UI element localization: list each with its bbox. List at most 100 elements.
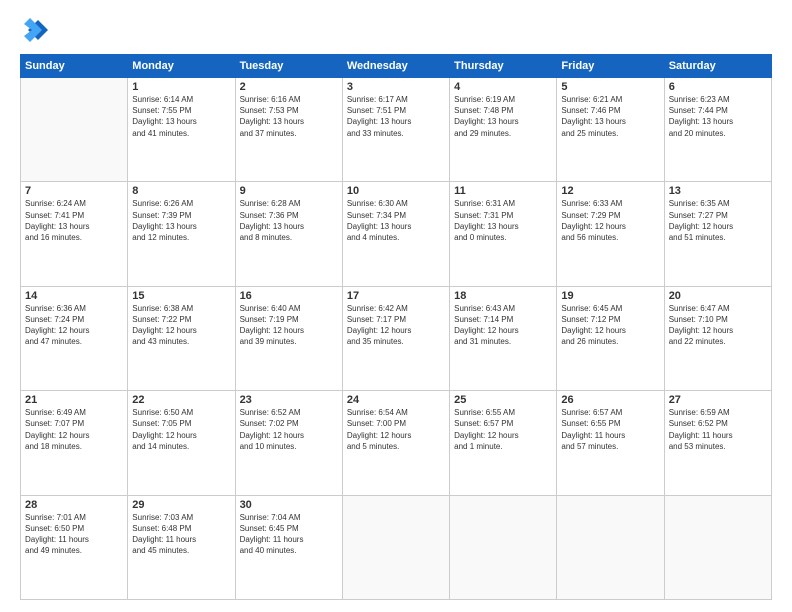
day-number: 20 [669,290,767,302]
calendar-cell: 26Sunrise: 6:57 AM Sunset: 6:55 PM Dayli… [557,391,664,495]
day-info: Sunrise: 6:38 AM Sunset: 7:22 PM Dayligh… [132,303,230,348]
calendar-cell: 6Sunrise: 6:23 AM Sunset: 7:44 PM Daylig… [664,78,771,182]
calendar-cell [450,495,557,599]
calendar-cell: 20Sunrise: 6:47 AM Sunset: 7:10 PM Dayli… [664,286,771,390]
calendar-cell: 11Sunrise: 6:31 AM Sunset: 7:31 PM Dayli… [450,182,557,286]
calendar-cell: 14Sunrise: 6:36 AM Sunset: 7:24 PM Dayli… [21,286,128,390]
day-number: 26 [561,394,659,406]
week-row-2: 7Sunrise: 6:24 AM Sunset: 7:41 PM Daylig… [21,182,772,286]
logo [20,16,52,44]
day-info: Sunrise: 6:47 AM Sunset: 7:10 PM Dayligh… [669,303,767,348]
calendar-cell [342,495,449,599]
day-number: 4 [454,81,552,93]
calendar-cell: 16Sunrise: 6:40 AM Sunset: 7:19 PM Dayli… [235,286,342,390]
day-number: 23 [240,394,338,406]
day-number: 10 [347,185,445,197]
day-info: Sunrise: 6:50 AM Sunset: 7:05 PM Dayligh… [132,407,230,452]
day-number: 24 [347,394,445,406]
day-info: Sunrise: 7:04 AM Sunset: 6:45 PM Dayligh… [240,512,338,557]
day-info: Sunrise: 6:35 AM Sunset: 7:27 PM Dayligh… [669,198,767,243]
day-info: Sunrise: 6:28 AM Sunset: 7:36 PM Dayligh… [240,198,338,243]
calendar-table: SundayMondayTuesdayWednesdayThursdayFrid… [20,54,772,600]
day-info: Sunrise: 6:33 AM Sunset: 7:29 PM Dayligh… [561,198,659,243]
calendar-cell: 17Sunrise: 6:42 AM Sunset: 7:17 PM Dayli… [342,286,449,390]
calendar-cell: 23Sunrise: 6:52 AM Sunset: 7:02 PM Dayli… [235,391,342,495]
day-number: 8 [132,185,230,197]
day-number: 9 [240,185,338,197]
weekday-header-thursday: Thursday [450,55,557,78]
calendar-cell: 8Sunrise: 6:26 AM Sunset: 7:39 PM Daylig… [128,182,235,286]
day-info: Sunrise: 6:55 AM Sunset: 6:57 PM Dayligh… [454,407,552,452]
calendar-cell: 5Sunrise: 6:21 AM Sunset: 7:46 PM Daylig… [557,78,664,182]
calendar-cell: 4Sunrise: 6:19 AM Sunset: 7:48 PM Daylig… [450,78,557,182]
day-info: Sunrise: 6:24 AM Sunset: 7:41 PM Dayligh… [25,198,123,243]
calendar-cell: 3Sunrise: 6:17 AM Sunset: 7:51 PM Daylig… [342,78,449,182]
day-number: 27 [669,394,767,406]
day-info: Sunrise: 6:45 AM Sunset: 7:12 PM Dayligh… [561,303,659,348]
day-number: 22 [132,394,230,406]
calendar-cell: 10Sunrise: 6:30 AM Sunset: 7:34 PM Dayli… [342,182,449,286]
day-number: 11 [454,185,552,197]
calendar-cell: 13Sunrise: 6:35 AM Sunset: 7:27 PM Dayli… [664,182,771,286]
calendar-cell: 28Sunrise: 7:01 AM Sunset: 6:50 PM Dayli… [21,495,128,599]
calendar-cell: 22Sunrise: 6:50 AM Sunset: 7:05 PM Dayli… [128,391,235,495]
calendar-cell: 21Sunrise: 6:49 AM Sunset: 7:07 PM Dayli… [21,391,128,495]
week-row-1: 1Sunrise: 6:14 AM Sunset: 7:55 PM Daylig… [21,78,772,182]
day-number: 1 [132,81,230,93]
day-number: 7 [25,185,123,197]
weekday-header-row: SundayMondayTuesdayWednesdayThursdayFrid… [21,55,772,78]
day-info: Sunrise: 6:52 AM Sunset: 7:02 PM Dayligh… [240,407,338,452]
day-info: Sunrise: 6:30 AM Sunset: 7:34 PM Dayligh… [347,198,445,243]
day-info: Sunrise: 6:14 AM Sunset: 7:55 PM Dayligh… [132,94,230,139]
day-number: 14 [25,290,123,302]
day-number: 18 [454,290,552,302]
calendar-cell: 2Sunrise: 6:16 AM Sunset: 7:53 PM Daylig… [235,78,342,182]
day-info: Sunrise: 6:26 AM Sunset: 7:39 PM Dayligh… [132,198,230,243]
day-info: Sunrise: 6:42 AM Sunset: 7:17 PM Dayligh… [347,303,445,348]
day-info: Sunrise: 6:43 AM Sunset: 7:14 PM Dayligh… [454,303,552,348]
weekday-header-wednesday: Wednesday [342,55,449,78]
day-number: 2 [240,81,338,93]
day-info: Sunrise: 6:59 AM Sunset: 6:52 PM Dayligh… [669,407,767,452]
day-number: 3 [347,81,445,93]
weekday-header-monday: Monday [128,55,235,78]
day-number: 15 [132,290,230,302]
day-info: Sunrise: 6:57 AM Sunset: 6:55 PM Dayligh… [561,407,659,452]
calendar-cell: 29Sunrise: 7:03 AM Sunset: 6:48 PM Dayli… [128,495,235,599]
day-info: Sunrise: 6:21 AM Sunset: 7:46 PM Dayligh… [561,94,659,139]
weekday-header-tuesday: Tuesday [235,55,342,78]
calendar-cell: 7Sunrise: 6:24 AM Sunset: 7:41 PM Daylig… [21,182,128,286]
calendar-cell: 30Sunrise: 7:04 AM Sunset: 6:45 PM Dayli… [235,495,342,599]
calendar-cell [664,495,771,599]
page: SundayMondayTuesdayWednesdayThursdayFrid… [0,0,792,612]
calendar-cell: 27Sunrise: 6:59 AM Sunset: 6:52 PM Dayli… [664,391,771,495]
day-info: Sunrise: 6:17 AM Sunset: 7:51 PM Dayligh… [347,94,445,139]
calendar-cell: 9Sunrise: 6:28 AM Sunset: 7:36 PM Daylig… [235,182,342,286]
day-number: 13 [669,185,767,197]
calendar-cell: 1Sunrise: 6:14 AM Sunset: 7:55 PM Daylig… [128,78,235,182]
week-row-5: 28Sunrise: 7:01 AM Sunset: 6:50 PM Dayli… [21,495,772,599]
weekday-header-friday: Friday [557,55,664,78]
day-number: 21 [25,394,123,406]
week-row-3: 14Sunrise: 6:36 AM Sunset: 7:24 PM Dayli… [21,286,772,390]
calendar-cell: 19Sunrise: 6:45 AM Sunset: 7:12 PM Dayli… [557,286,664,390]
day-number: 12 [561,185,659,197]
day-number: 28 [25,499,123,511]
logo-icon [20,16,48,44]
day-number: 17 [347,290,445,302]
day-info: Sunrise: 6:49 AM Sunset: 7:07 PM Dayligh… [25,407,123,452]
calendar-cell: 15Sunrise: 6:38 AM Sunset: 7:22 PM Dayli… [128,286,235,390]
day-number: 6 [669,81,767,93]
calendar-cell: 25Sunrise: 6:55 AM Sunset: 6:57 PM Dayli… [450,391,557,495]
calendar-cell [557,495,664,599]
day-number: 19 [561,290,659,302]
day-info: Sunrise: 7:01 AM Sunset: 6:50 PM Dayligh… [25,512,123,557]
day-number: 29 [132,499,230,511]
day-info: Sunrise: 7:03 AM Sunset: 6:48 PM Dayligh… [132,512,230,557]
calendar-cell: 18Sunrise: 6:43 AM Sunset: 7:14 PM Dayli… [450,286,557,390]
calendar-cell [21,78,128,182]
day-info: Sunrise: 6:31 AM Sunset: 7:31 PM Dayligh… [454,198,552,243]
day-number: 30 [240,499,338,511]
day-info: Sunrise: 6:16 AM Sunset: 7:53 PM Dayligh… [240,94,338,139]
day-info: Sunrise: 6:36 AM Sunset: 7:24 PM Dayligh… [25,303,123,348]
